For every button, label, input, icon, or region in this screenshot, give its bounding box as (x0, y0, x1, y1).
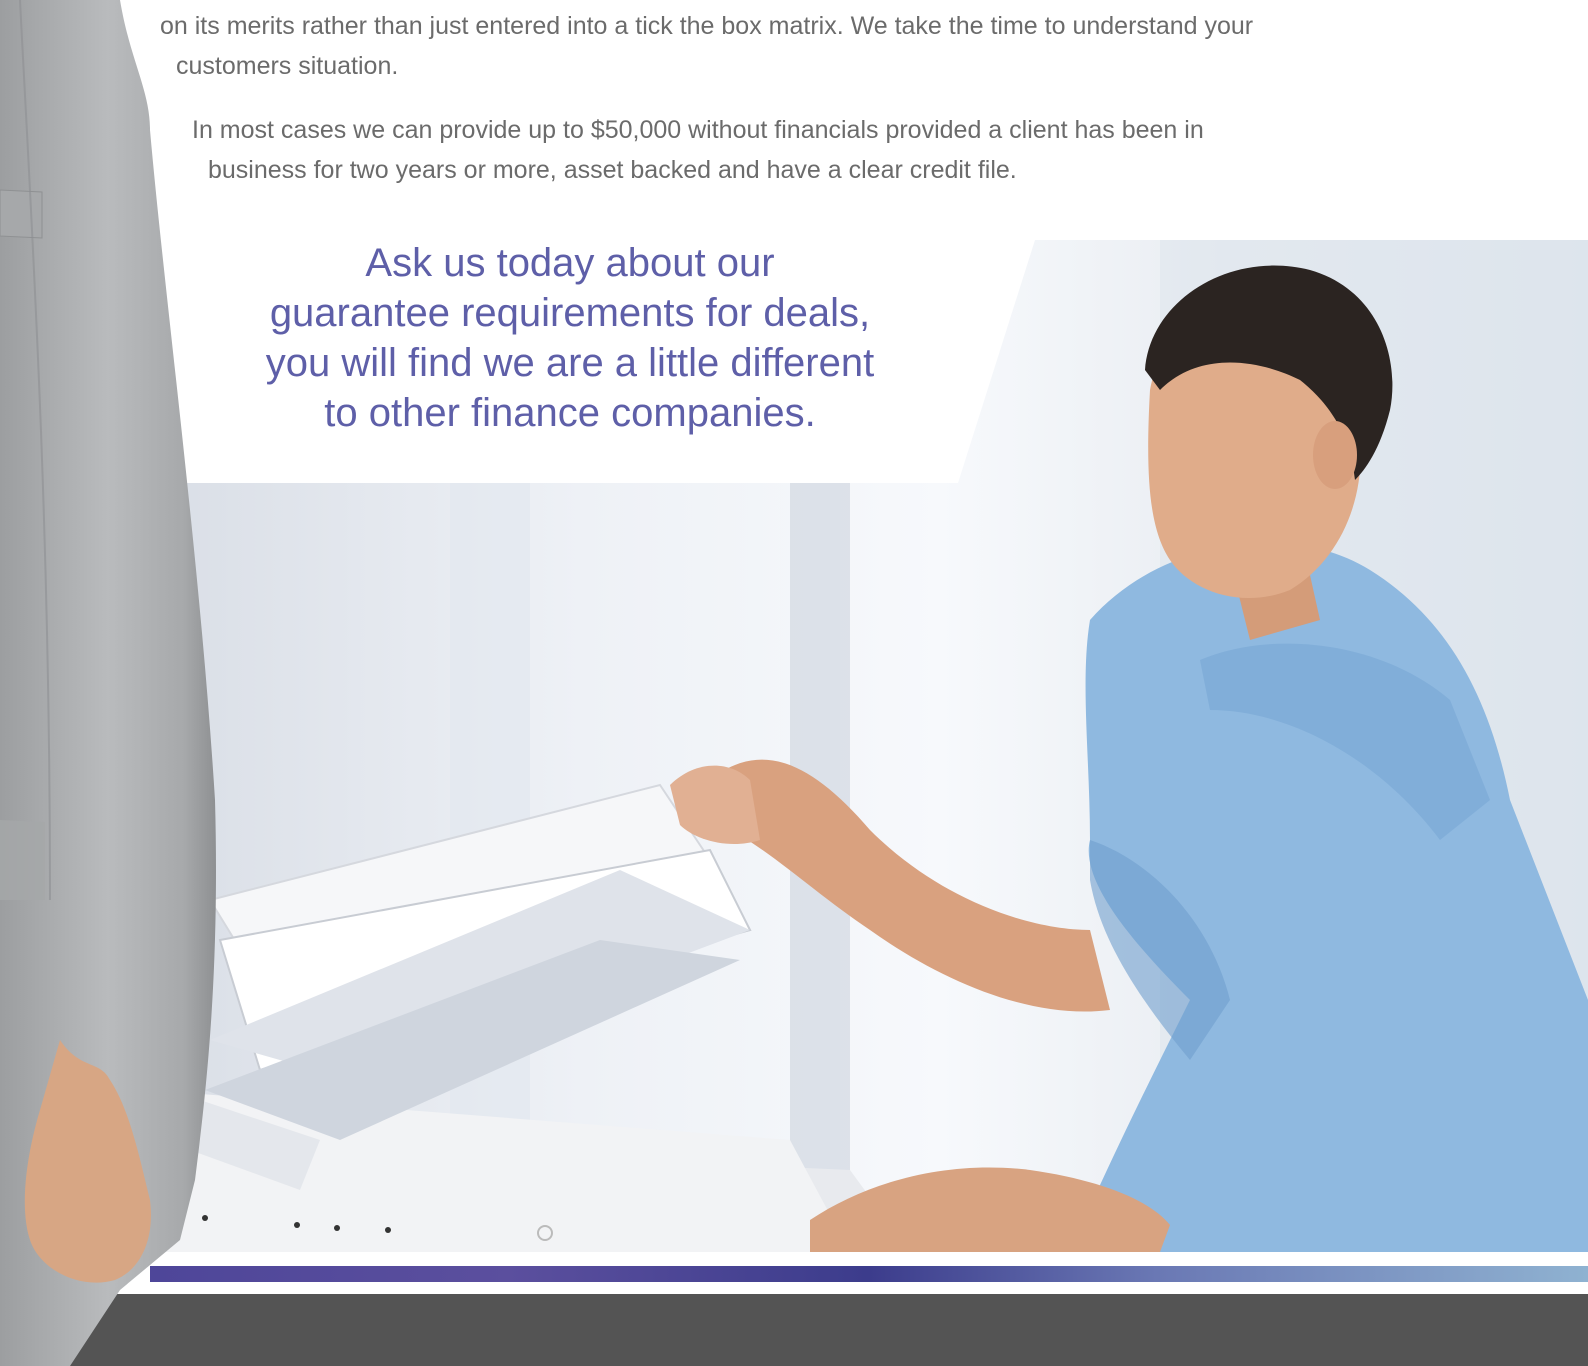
paragraph-2-line-2: business for two years or more, asset ba… (208, 156, 1017, 184)
accent-bar (150, 1266, 1588, 1282)
callout-line-4: to other finance companies. (324, 391, 816, 435)
body-paragraph-1: on its merits rather than just entered i… (160, 6, 1474, 86)
callout-line-3: you will find we are a little different (265, 341, 875, 385)
footer-bar (0, 1294, 1588, 1366)
paragraph-1-line: on its merits rather than just entered i… (160, 12, 1254, 40)
callout-line-2: guarantee requirements for deals, (269, 291, 871, 335)
paragraph-2-line-1: In most cases we can provide up to $50,0… (192, 116, 1204, 144)
body-paragraph-2: In most cases we can provide up to $50,0… (192, 110, 1474, 190)
paragraph-1-end: customers situation. (176, 52, 399, 80)
callout-line-1: Ask us today about our (365, 241, 775, 285)
callout-quote: Ask us today about our guarantee require… (210, 238, 930, 438)
page: on its merits rather than just entered i… (0, 0, 1588, 1366)
